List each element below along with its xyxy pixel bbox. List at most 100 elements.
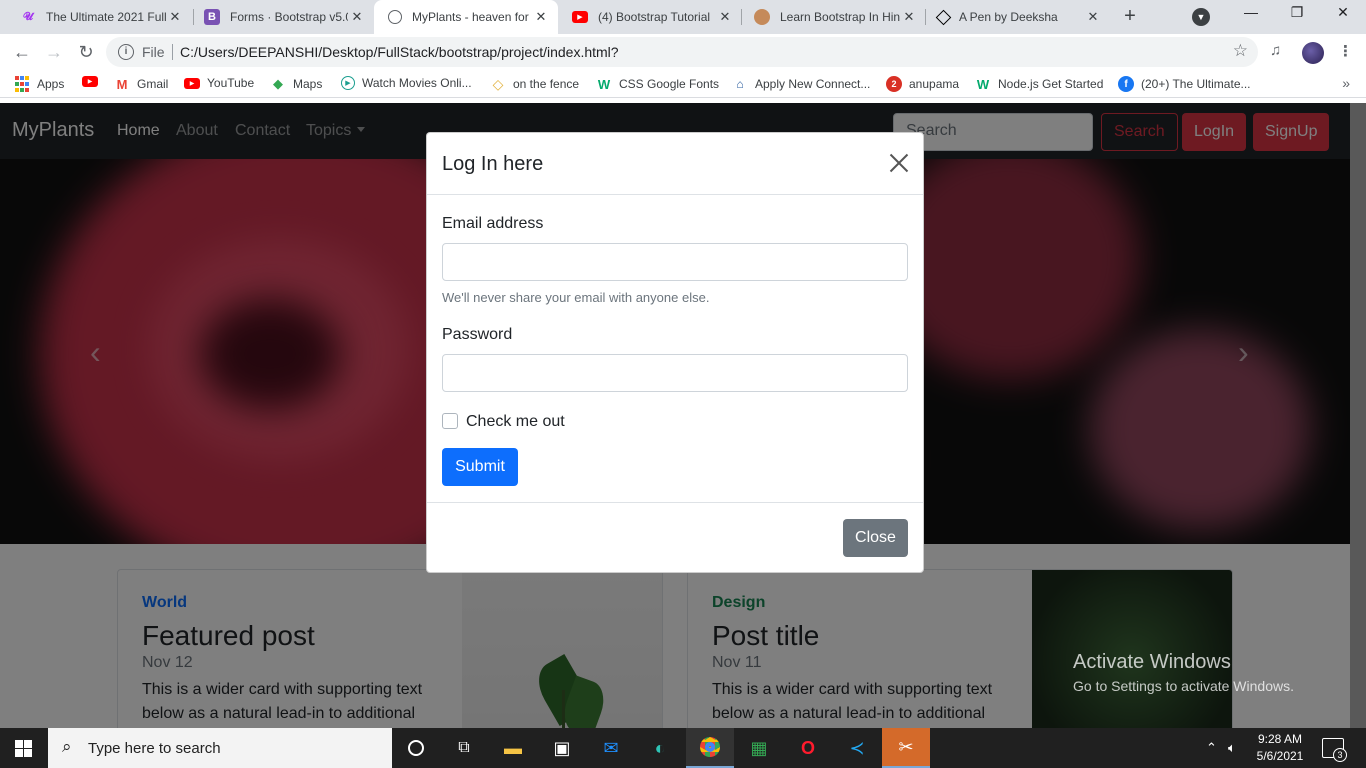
cortana-icon[interactable] [392,728,440,768]
browser-tab-active[interactable]: MyPlants - heaven for ✕ [374,0,558,34]
bookmark-label: Watch Movies Onli... [362,76,472,90]
tab-search-icon[interactable]: ▼ [1192,8,1210,26]
close-icon[interactable] [887,151,911,175]
show-hidden-icons-chevron-icon[interactable]: ⌃ [1206,740,1217,756]
watermark-subtitle: Go to Settings to activate Windows. [1073,678,1294,694]
vscode-icon[interactable]: ≺ [833,728,881,768]
tab-title: (4) Bootstrap Tutorial [598,10,711,24]
info-icon[interactable]: i [118,44,134,60]
bookmark-star-icon[interactable]: ☆ [1233,41,1248,61]
bookmark-nodejs[interactable]: W Node.js Get Started [975,76,1104,92]
bookmark-label: Maps [293,77,323,91]
check-me-out-checkbox[interactable] [442,413,458,429]
profile-avatar[interactable] [1302,42,1324,64]
bookmarks-overflow-button[interactable]: » [1342,75,1350,91]
tab-strip: 𝓤 The Ultimate 2021 Full ✕ B Forms · Boo… [0,0,1366,34]
notification-count-badge: 3 [1333,748,1347,762]
check-me-out-label[interactable]: Check me out [466,413,565,431]
windows-taskbar: ⌕ Type here to search ⧉ ▬ ▣ ✉ ◐ ▦ O ≺ ✂ … [0,728,1366,768]
forward-button[interactable]: → [42,40,66,64]
bookmark-anupama[interactable]: 2 anupama [886,76,959,92]
bookmark-apps[interactable]: Apps [14,76,64,92]
bookmark-gmail[interactable]: M Gmail [114,76,169,92]
browser-tab[interactable]: A Pen by Deeksha ✕ [924,0,1110,34]
bookmark-label: Node.js Get Started [998,77,1104,91]
modal-title: Log In here [442,153,544,175]
minimize-button[interactable]: — [1236,4,1266,20]
close-tab-icon[interactable]: ✕ [532,9,550,25]
youtube-icon: ▶ [82,76,98,87]
codepen-icon [935,9,952,25]
maximize-button[interactable]: ❐ [1282,4,1312,21]
task-view-icon[interactable]: ⧉ [440,728,488,768]
page-viewport: MyPlants Home About Contact Topics Searc… [0,103,1350,728]
browser-tab[interactable]: B Forms · Bootstrap v5.0 ✕ [190,0,374,34]
bookmark-label: Gmail [137,77,169,91]
media-controls-icon[interactable]: ♫ [1270,42,1281,59]
bookmark-label: (20+) The Ultimate... [1141,77,1251,91]
bookmark-youtube-icon-only[interactable]: ▶ [82,76,105,87]
modal-header: Log In here [427,133,923,195]
bookmarks-bar: Apps ▶ M Gmail ▶ YouTube ◆ Maps ▶ Watch … [0,70,1366,98]
close-window-button[interactable]: ✕ [1328,4,1358,21]
close-tab-icon[interactable]: ✕ [348,9,366,25]
address-bar[interactable]: i File C:/Users/DEEPANSHI/Desktop/FullSt… [106,37,1258,67]
opera-icon[interactable]: O [784,728,832,768]
back-button[interactable]: ← [10,40,34,64]
close-tab-icon[interactable]: ✕ [166,9,184,25]
youtube-icon: ▶ [184,77,200,89]
chrome-icon[interactable] [686,728,734,768]
bookmark-label: Apply New Connect... [755,77,871,91]
close-tab-icon[interactable]: ✕ [900,9,918,25]
bookmark-apply-new-connect[interactable]: ⌂ Apply New Connect... [732,76,870,92]
classroom-icon[interactable]: ▦ [735,728,783,768]
bookmark-label: Apps [37,77,65,91]
email-help-text: We'll never share your email with anyone… [442,290,710,305]
url-text[interactable]: C:/Users/DEEPANSHI/Desktop/FullStack/boo… [180,44,619,60]
email-field[interactable] [442,243,908,281]
reload-button[interactable]: ↻ [74,40,98,64]
snipping-tool-icon[interactable]: ✂ [882,728,930,768]
taskbar-search-box[interactable]: ⌕ Type here to search [48,728,392,768]
tab-title: The Ultimate 2021 Full [46,10,166,24]
apps-grid-icon [14,76,30,92]
menu-icon[interactable]: ⋮ [1338,42,1353,60]
bookmark-youtube[interactable]: ▶ YouTube [184,76,254,90]
file-explorer-icon[interactable]: ▬ [489,728,537,768]
browser-tab[interactable]: 𝓤 The Ultimate 2021 Full ✕ [6,0,192,34]
bookmark-facebook[interactable]: f (20+) The Ultimate... [1118,76,1251,92]
bookmark-maps[interactable]: ◆ Maps [270,76,322,92]
bootstrap-icon: B [204,9,220,25]
bookmark-watch-movies[interactable]: ▶ Watch Movies Onli... [341,76,472,90]
page-scrollbar[interactable] [1350,103,1366,728]
bookmark-label: YouTube [207,76,255,90]
bookmark-on-the-fence[interactable]: ◇ on the fence [490,76,579,92]
bookmark-css-google-fonts[interactable]: W CSS Google Fonts [596,76,719,92]
browser-tab[interactable]: Learn Bootstrap In Hin ✕ [740,0,926,34]
close-button[interactable]: Close [843,519,908,557]
w3schools-icon: W [976,76,990,92]
windows-start-icon[interactable] [15,740,32,757]
bookmark-label: CSS Google Fonts [619,77,720,91]
system-clock[interactable]: 9:28 AM 5/6/2021 [1256,731,1304,765]
play-icon: ▶ [341,76,355,90]
w3schools-icon: W [597,76,611,92]
tab-title: Forms · Bootstrap v5.0 [230,10,348,24]
tab-title: Learn Bootstrap In Hin [780,10,900,24]
close-tab-icon[interactable]: ✕ [1084,9,1102,25]
number-icon: 2 [886,76,902,92]
gmail-icon: M [116,76,128,92]
store-icon[interactable]: ▣ [538,728,586,768]
mail-icon[interactable]: ✉ [587,728,635,768]
close-tab-icon[interactable]: ✕ [716,9,734,25]
taskbar-search-placeholder: Type here to search [88,740,221,757]
edge-icon[interactable]: ◐ [636,728,684,768]
password-field[interactable] [442,354,908,392]
tab-title: MyPlants - heaven for [412,10,529,24]
bookmark-label: anupama [909,77,960,91]
email-label: Email address [442,215,544,232]
volume-icon[interactable]: 🔈︎ [1228,740,1236,756]
browser-tab[interactable]: ▶ (4) Bootstrap Tutorial ✕ [558,0,742,34]
new-tab-button[interactable]: + [1118,5,1142,28]
submit-button[interactable]: Submit [442,448,518,486]
